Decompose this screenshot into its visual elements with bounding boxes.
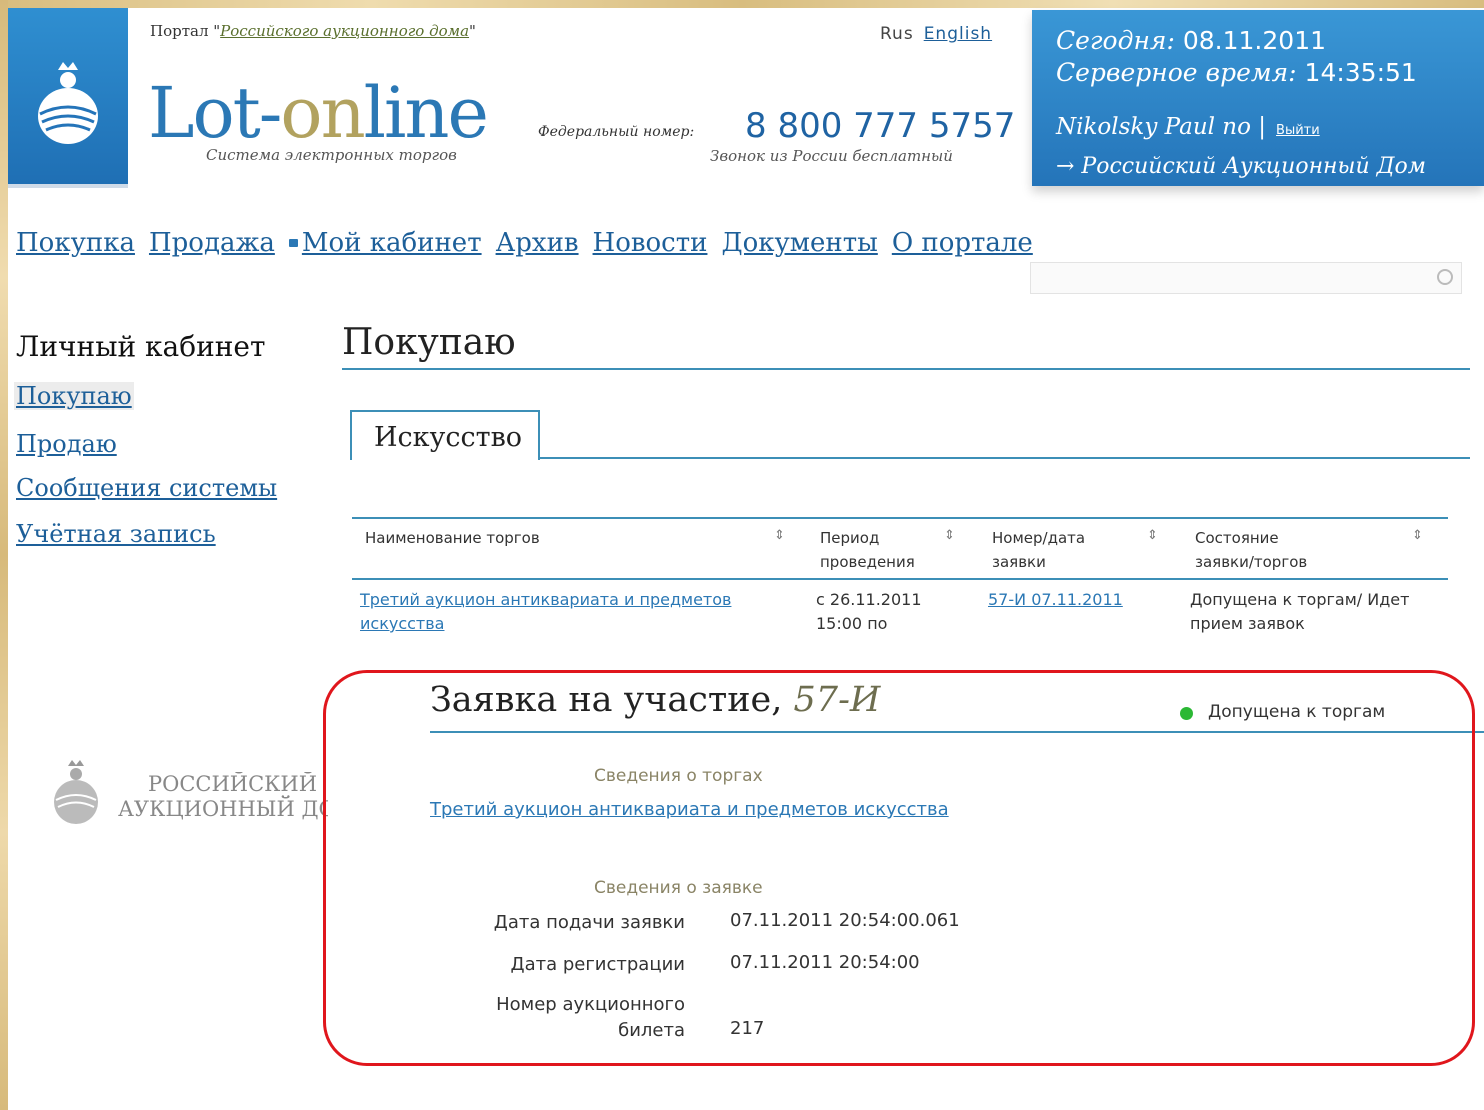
col-header-number[interactable]: Номер/дата заявки [992,526,1102,574]
lang-current: Rus [880,24,914,44]
tab-divider [540,457,1470,459]
sidebar-item-account[interactable]: Учётная запись [16,520,216,548]
auction-house-logo-text: РОССИЙСКИЙ АУКЦИОННЫЙ ДОМ [118,772,328,822]
auction-house-emblem-icon [54,760,98,824]
sort-number-icon[interactable]: ⇕ [1147,528,1158,543]
application-number-link[interactable]: 57-И 07.11.2011 [988,590,1123,609]
nav-news[interactable]: Новости [593,228,708,258]
user-line: Nikolsky Paul по | Выйти [1056,114,1320,140]
portal-link[interactable]: Российского аукционного дома [220,22,469,40]
brand-part-3: line [363,72,489,154]
language-switcher: Rus English [880,24,992,44]
nav-sale[interactable]: Продажа [149,228,275,258]
phone-note: Звонок из России бесплатный [710,147,953,165]
server-time-value: 14:35:51 [1304,58,1417,87]
portal-prefix: Портал " [150,22,221,40]
logo-line-1: РОССИЙСКИЙ [148,772,318,796]
sort-status-icon[interactable]: ⇕ [1412,528,1423,543]
table-cell-name: Третий аукцион антиквариата и предметов … [360,588,760,636]
sort-period-icon[interactable]: ⇕ [944,528,955,543]
phone-label: Федеральный номер: [538,124,695,140]
user-name: Nikolsky Paul по | [1056,114,1267,140]
today-label: Сегодня: [1056,26,1175,55]
nav-my-cabinet[interactable]: Мой кабинет [302,228,482,258]
nav-archive[interactable]: Архив [496,228,579,258]
sidebar-title: Личный кабинет [16,330,266,363]
tab-art[interactable]: Искусство [350,410,540,460]
main-nav: Покупка Продажа Мой кабинет Архив Новости Док… [16,228,1047,258]
portal-line: Портал "Российского аукционного дома" [150,22,476,40]
brand-part-2: on [280,72,365,154]
nav-purchase[interactable]: Покупка [16,228,135,258]
org-link[interactable]: → Российский Аукционный Дом [1056,154,1426,179]
today-value: 08.11.2011 [1182,26,1326,55]
col-header-status[interactable]: Состояние заявки/торгов [1195,526,1325,574]
table-header-top-border [352,517,1448,519]
col-header-period[interactable]: Период проведения [820,526,930,574]
server-time-label: Серверное время: [1056,58,1297,87]
today-row: Сегодня: 08.11.2011 [1056,26,1326,55]
outer-border-top [0,0,1484,8]
lock-icon [288,239,298,247]
page-title: Покупаю [342,322,516,363]
tagline: Система электронных торгов [206,146,457,164]
col-header-name[interactable]: Наименование торгов [365,526,540,550]
title-divider [342,368,1470,370]
sort-name-icon[interactable]: ⇕ [774,528,785,543]
brand-wordmark[interactable]: Lot-online [148,78,489,148]
site-logo[interactable] [8,8,128,188]
sidebar-item-buying[interactable]: Покупаю [14,382,134,410]
sidebar-item-messages[interactable]: Сообщения системы [16,474,277,502]
portal-suffix: " [469,22,476,40]
table-header-bottom-border [352,578,1448,580]
nav-documents[interactable]: Документы [721,228,877,258]
outer-border-left [0,0,8,1110]
user-info-box: Сегодня: 08.11.2011 Серверное время: 14:… [1032,10,1484,186]
crown-emblem-icon [38,62,98,144]
logout-link[interactable]: Выйти [1276,123,1320,138]
sidebar-item-selling[interactable]: Продаю [16,430,117,458]
table-cell-status: Допущена к торгам/ Идет прием заявок [1190,590,1410,633]
auction-name-link[interactable]: Третий аукцион антиквариата и предметов … [360,590,731,633]
search-input[interactable] [1030,262,1462,294]
highlight-annotation [323,670,1475,1066]
lang-english-link[interactable]: English [924,24,992,44]
brand-part-1: Lot- [148,72,282,154]
logo-line-2: АУКЦИОННЫЙ ДОМ [118,797,328,821]
search-icon[interactable] [1437,269,1453,285]
phone-number: 8 800 777 5757 [745,106,1016,146]
table-cell-period: с 26.11.2011 15:00 по [816,590,922,633]
server-time-row: Серверное время: 14:35:51 [1056,58,1417,87]
nav-about[interactable]: О портале [892,228,1033,258]
table-cell-number: 57-И 07.11.2011 [988,588,1158,612]
